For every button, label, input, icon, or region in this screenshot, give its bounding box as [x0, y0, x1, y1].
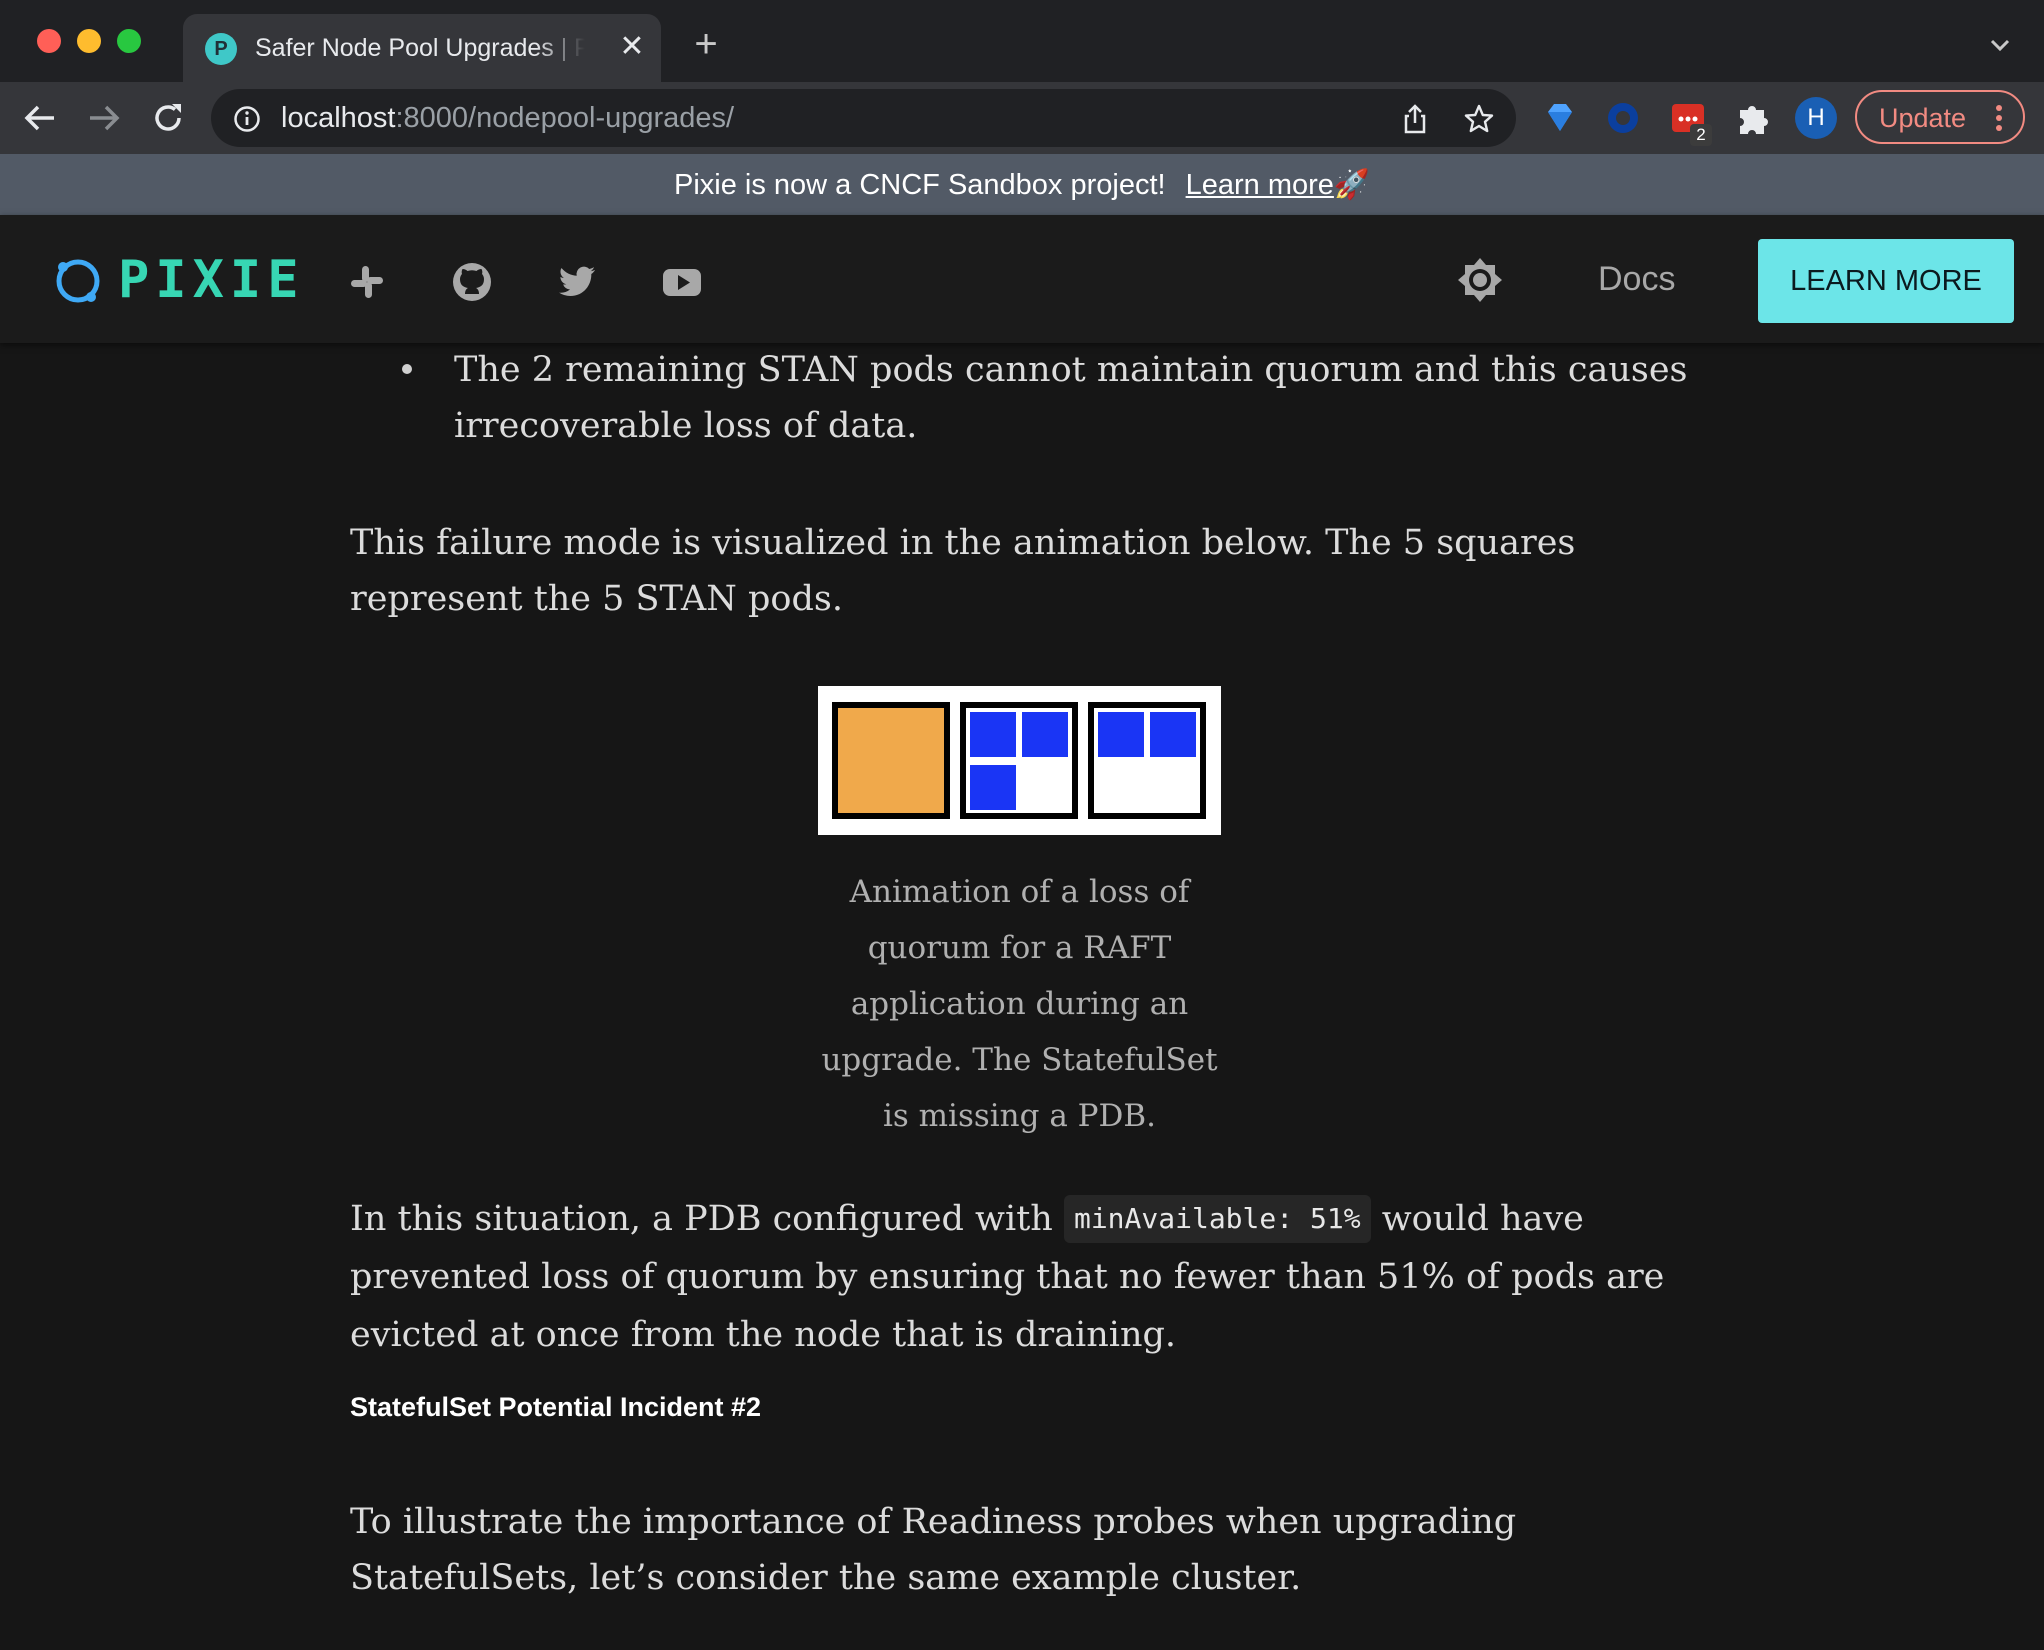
list-item: The 2 remaining STAN pods cannot maintai… — [454, 350, 1688, 446]
pixie-wordmark[interactable]: PIXIE — [118, 250, 305, 310]
youtube-icon[interactable] — [660, 260, 704, 304]
browser-toolbar: localhost:8000/nodepool-upgrades/ 2 H Up… — [0, 82, 2044, 154]
banner-learn-more-link[interactable]: Learn more — [1186, 169, 1334, 201]
stan-pod — [1022, 712, 1068, 757]
tab-search-chevron-icon[interactable] — [1985, 30, 2015, 60]
node-two-pods — [960, 702, 1078, 819]
bullet-marker — [402, 364, 412, 374]
pixie-favicon-icon: P — [205, 33, 237, 65]
new-tab-icon[interactable]: + — [688, 24, 724, 64]
announcement-banner: Pixie is now a CNCF Sandbox project! Lear… — [0, 154, 2044, 215]
bookmark-star-icon[interactable] — [1463, 103, 1495, 135]
gem-extension-icon[interactable] — [1540, 98, 1580, 138]
extensions-puzzle-icon[interactable] — [1732, 98, 1772, 138]
profile-avatar[interactable]: H — [1795, 97, 1837, 139]
window-zoom-button[interactable] — [117, 29, 141, 53]
tab-title: Safer Node Pool Upgrades | Pixie — [255, 34, 585, 62]
circle-extension-icon[interactable] — [1603, 98, 1643, 138]
update-label: Update — [1879, 103, 1967, 133]
extension-badge: 2 — [1690, 124, 1712, 146]
more-vertical-icon[interactable] — [1995, 104, 2003, 132]
paragraph-readiness: To illustrate the importance of Readines… — [350, 1502, 1517, 1598]
github-icon[interactable] — [450, 260, 494, 304]
figure-caption: Animation of a loss of quorum for a RAFT… — [821, 874, 1218, 1134]
pixie-logo-icon[interactable] — [55, 255, 101, 307]
reload-icon[interactable] — [148, 98, 188, 138]
pdb-text-before: In this situation, a PDB configured with — [350, 1199, 1053, 1239]
slack-icon[interactable] — [345, 260, 389, 304]
twitter-icon[interactable] — [555, 260, 599, 304]
url-text[interactable]: localhost:8000/nodepool-upgrades/ — [281, 102, 734, 135]
forward-arrow-icon[interactable] — [84, 98, 124, 138]
window-close-button[interactable] — [37, 29, 61, 53]
paragraph-failure-mode: This failure mode is visualized in the a… — [350, 523, 1576, 619]
address-bar[interactable]: localhost:8000/nodepool-upgrades/ — [211, 89, 1516, 147]
learn-more-label: LEARN MORE — [1790, 265, 1982, 297]
banner-text: Pixie is now a CNCF Sandbox project! — [673, 169, 1166, 201]
url-path: :8000/nodepool-upgrades/ — [395, 102, 735, 134]
quorum-loss-animation — [818, 686, 1221, 835]
url-host: localhost — [281, 102, 396, 134]
stan-pod — [1098, 712, 1144, 757]
stan-pod — [1150, 712, 1196, 757]
tab-close-icon[interactable]: ✕ — [615, 30, 649, 64]
node-draining — [832, 702, 950, 819]
docs-link[interactable]: Docs — [1598, 260, 1675, 299]
browser-tab-active[interactable]: P Safer Node Pool Upgrades | Pixie ✕ — [183, 14, 661, 82]
back-arrow-icon[interactable] — [20, 98, 60, 138]
share-icon[interactable] — [1399, 103, 1431, 135]
update-button[interactable]: Update — [1855, 90, 2025, 144]
stan-pod — [970, 765, 1016, 810]
window-minimize-button[interactable] — [77, 29, 101, 53]
section-subheading: StatefulSet Potential Incident #2 — [350, 1392, 762, 1422]
node-three-pods — [1088, 702, 1206, 819]
paragraph-pdb: In this situation, a PDB configured with… — [350, 1190, 1690, 1364]
stan-pod — [970, 712, 1016, 757]
learn-more-button[interactable]: LEARN MORE — [1758, 239, 2014, 323]
theme-toggle-icon[interactable] — [1457, 257, 1503, 303]
inline-code: minAvailable: 51% — [1063, 1195, 1371, 1243]
rocket-icon: 🚀 — [1333, 169, 1371, 201]
site-header: PIXIE Docs LEARN MORE — [0, 215, 2044, 343]
site-info-icon[interactable] — [233, 105, 261, 133]
browser-tab-bar: P Safer Node Pool Upgrades | Pixie ✕ + — [0, 0, 2044, 82]
